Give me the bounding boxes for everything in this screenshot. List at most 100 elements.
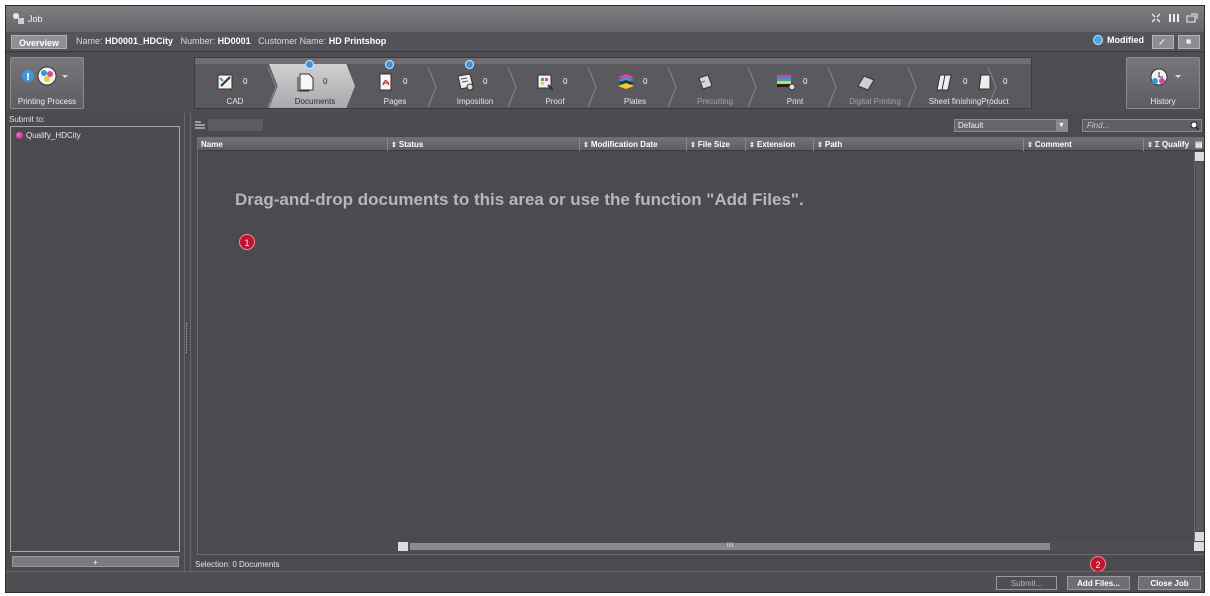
- documents-table: Name ⇕ Status ⇕ Modification Date ⇕ File Si…: [197, 137, 1204, 555]
- step-count: 0: [1003, 77, 1008, 86]
- filter-field[interactable]: [208, 119, 263, 131]
- start-button[interactable]: [1152, 35, 1174, 49]
- sort-icon: ⇕: [690, 142, 696, 149]
- close-job-button[interactable]: Close Job: [1138, 576, 1201, 590]
- printing-process-icon: !: [22, 66, 68, 86]
- view-select-value: Default: [958, 121, 984, 130]
- printing-process-button[interactable]: ! Printing Process: [10, 57, 84, 109]
- history-icon: [1150, 68, 1181, 86]
- column-chooser-icon[interactable]: ▤: [1194, 138, 1204, 151]
- find-field[interactable]: Find...: [1082, 119, 1202, 132]
- modified-status: Modified: [1093, 35, 1144, 45]
- column-name[interactable]: Name: [198, 138, 388, 151]
- job-info-text: Name: HD0001_HDCity Number: HD0001 Custo…: [76, 36, 386, 46]
- step-count: 0: [243, 77, 248, 86]
- step-count: 0: [803, 77, 808, 86]
- columns-icon[interactable]: [1168, 12, 1180, 24]
- tile-windows-icon[interactable]: [1150, 12, 1162, 24]
- scroll-right-icon[interactable]: [1194, 542, 1204, 551]
- search-icon[interactable]: [1190, 121, 1199, 130]
- step-digital-printing[interactable]: Digital Printing: [835, 64, 917, 108]
- step-proof[interactable]: 0 Proof: [515, 64, 597, 108]
- column-modification-date[interactable]: ⇕ Modification Date: [580, 138, 687, 151]
- scroll-left-icon[interactable]: [398, 542, 408, 551]
- column-comment[interactable]: ⇕ Comment: [1024, 138, 1144, 151]
- documents-panel: Default ▼ Find... Name ⇕ Status ⇕ Modifica…: [192, 113, 1204, 571]
- job-logo-icon: [13, 13, 24, 24]
- job-window: Job Overview Name: HD0001_HDCity Number:…: [5, 5, 1205, 593]
- sort-icon: ⇕: [749, 142, 755, 149]
- proof-icon: [537, 74, 554, 91]
- step-documents[interactable]: 0 Documents: [269, 60, 355, 108]
- empty-drop-message: Drag-and-drop documents to this area or …: [235, 190, 804, 209]
- vertical-scrollbar[interactable]: [1194, 152, 1204, 541]
- view-select[interactable]: Default ▼: [954, 119, 1068, 132]
- submit-to-label: Submit to:: [9, 115, 46, 124]
- step-pages[interactable]: 0 Pages: [355, 60, 437, 108]
- scroll-up-icon[interactable]: [1195, 152, 1204, 161]
- status-label: Modified: [1107, 35, 1144, 45]
- step-label: Print: [786, 97, 804, 106]
- svg-text:!: !: [26, 72, 31, 83]
- add-sequence-button[interactable]: +: [12, 556, 179, 567]
- step-imposition[interactable]: 0 Imposition: [435, 60, 517, 108]
- step-label: Product: [981, 97, 1009, 106]
- column-file-size[interactable]: ⇕ File Size: [687, 138, 746, 151]
- step-count: 0: [403, 77, 408, 86]
- sort-icon: ⇕: [1147, 142, 1153, 149]
- submit-button[interactable]: Submit...: [996, 576, 1057, 590]
- sheet-finishing-icon: [936, 74, 952, 91]
- horizontal-scrollbar[interactable]: IIII: [398, 541, 1204, 552]
- workflow-bar: ! Printing Process 0 CAD 0 Documents 0 P…: [6, 53, 1204, 113]
- chevron-down-icon[interactable]: ▼: [1056, 120, 1067, 131]
- stop-button[interactable]: [1178, 35, 1200, 49]
- step-label: Imposition: [456, 97, 494, 106]
- overview-tab[interactable]: Overview: [11, 35, 67, 49]
- history-button[interactable]: History: [1126, 57, 1200, 109]
- column-path[interactable]: ⇕ Path: [814, 138, 1024, 151]
- step-label: Precutting: [696, 97, 734, 106]
- sort-icon: ⇕: [1027, 142, 1033, 149]
- step-marker-icon: [385, 60, 394, 69]
- table-header: Name ⇕ Status ⇕ Modification Date ⇕ File Si…: [198, 138, 1204, 151]
- plates-icon: [618, 74, 634, 89]
- step-label: Documents: [294, 97, 336, 106]
- splitter-grip[interactable]: [186, 323, 189, 353]
- add-files-button[interactable]: Add Files...: [1067, 576, 1130, 590]
- scroll-down-icon[interactable]: [1195, 532, 1204, 541]
- sort-icon: ⇕: [391, 142, 397, 149]
- step-print[interactable]: 0 Print: [755, 64, 837, 108]
- column-label: Extension: [756, 140, 796, 149]
- title-bar: Job: [6, 6, 1204, 32]
- column-qualify[interactable]: ⇕ Σ Qualify: [1144, 138, 1194, 151]
- job-info-bar: Overview Name: HD0001_HDCity Number: HD0…: [6, 32, 1204, 52]
- step-marker-icon: [305, 60, 314, 69]
- cad-icon: [217, 74, 233, 90]
- column-status[interactable]: ⇕ Status: [388, 138, 580, 151]
- documents-toolbar: Default ▼ Find...: [192, 113, 1204, 135]
- step-label: Proof: [545, 97, 565, 106]
- column-extension[interactable]: ⇕ Extension: [746, 138, 814, 151]
- tree-item-qualify[interactable]: Qualify_HDCity: [16, 131, 81, 140]
- step-precutting[interactable]: Precutting: [675, 64, 757, 108]
- detach-window-icon[interactable]: [1186, 12, 1198, 24]
- column-label: Name: [201, 140, 223, 149]
- step-product[interactable]: 0 Product: [955, 64, 1031, 108]
- documents-icon: [297, 73, 314, 92]
- step-count: 0: [483, 77, 488, 86]
- panel-splitter[interactable]: [184, 113, 191, 571]
- step-plates[interactable]: 0 Plates: [595, 64, 677, 108]
- job-number: HD0001: [217, 36, 251, 46]
- column-label: Path: [824, 140, 843, 149]
- vertical-scroll-thumb[interactable]: [1196, 162, 1203, 531]
- tree-toggle-icon[interactable]: [195, 121, 205, 129]
- step-cad[interactable]: 0 CAD: [195, 64, 277, 108]
- window-title: Job: [28, 14, 43, 24]
- hotfolder-tree: Qualify_HDCity: [10, 126, 180, 552]
- horizontal-scroll-thumb[interactable]: IIII: [410, 543, 1050, 550]
- callout-badge-2: 2: [1090, 556, 1106, 572]
- sort-icon: ⇕: [817, 142, 823, 149]
- print-icon: [777, 75, 796, 91]
- selection-info: Selection: 0 Documents: [195, 560, 280, 569]
- bottom-action-bar: Submit... Add Files... Close Job: [6, 571, 1204, 592]
